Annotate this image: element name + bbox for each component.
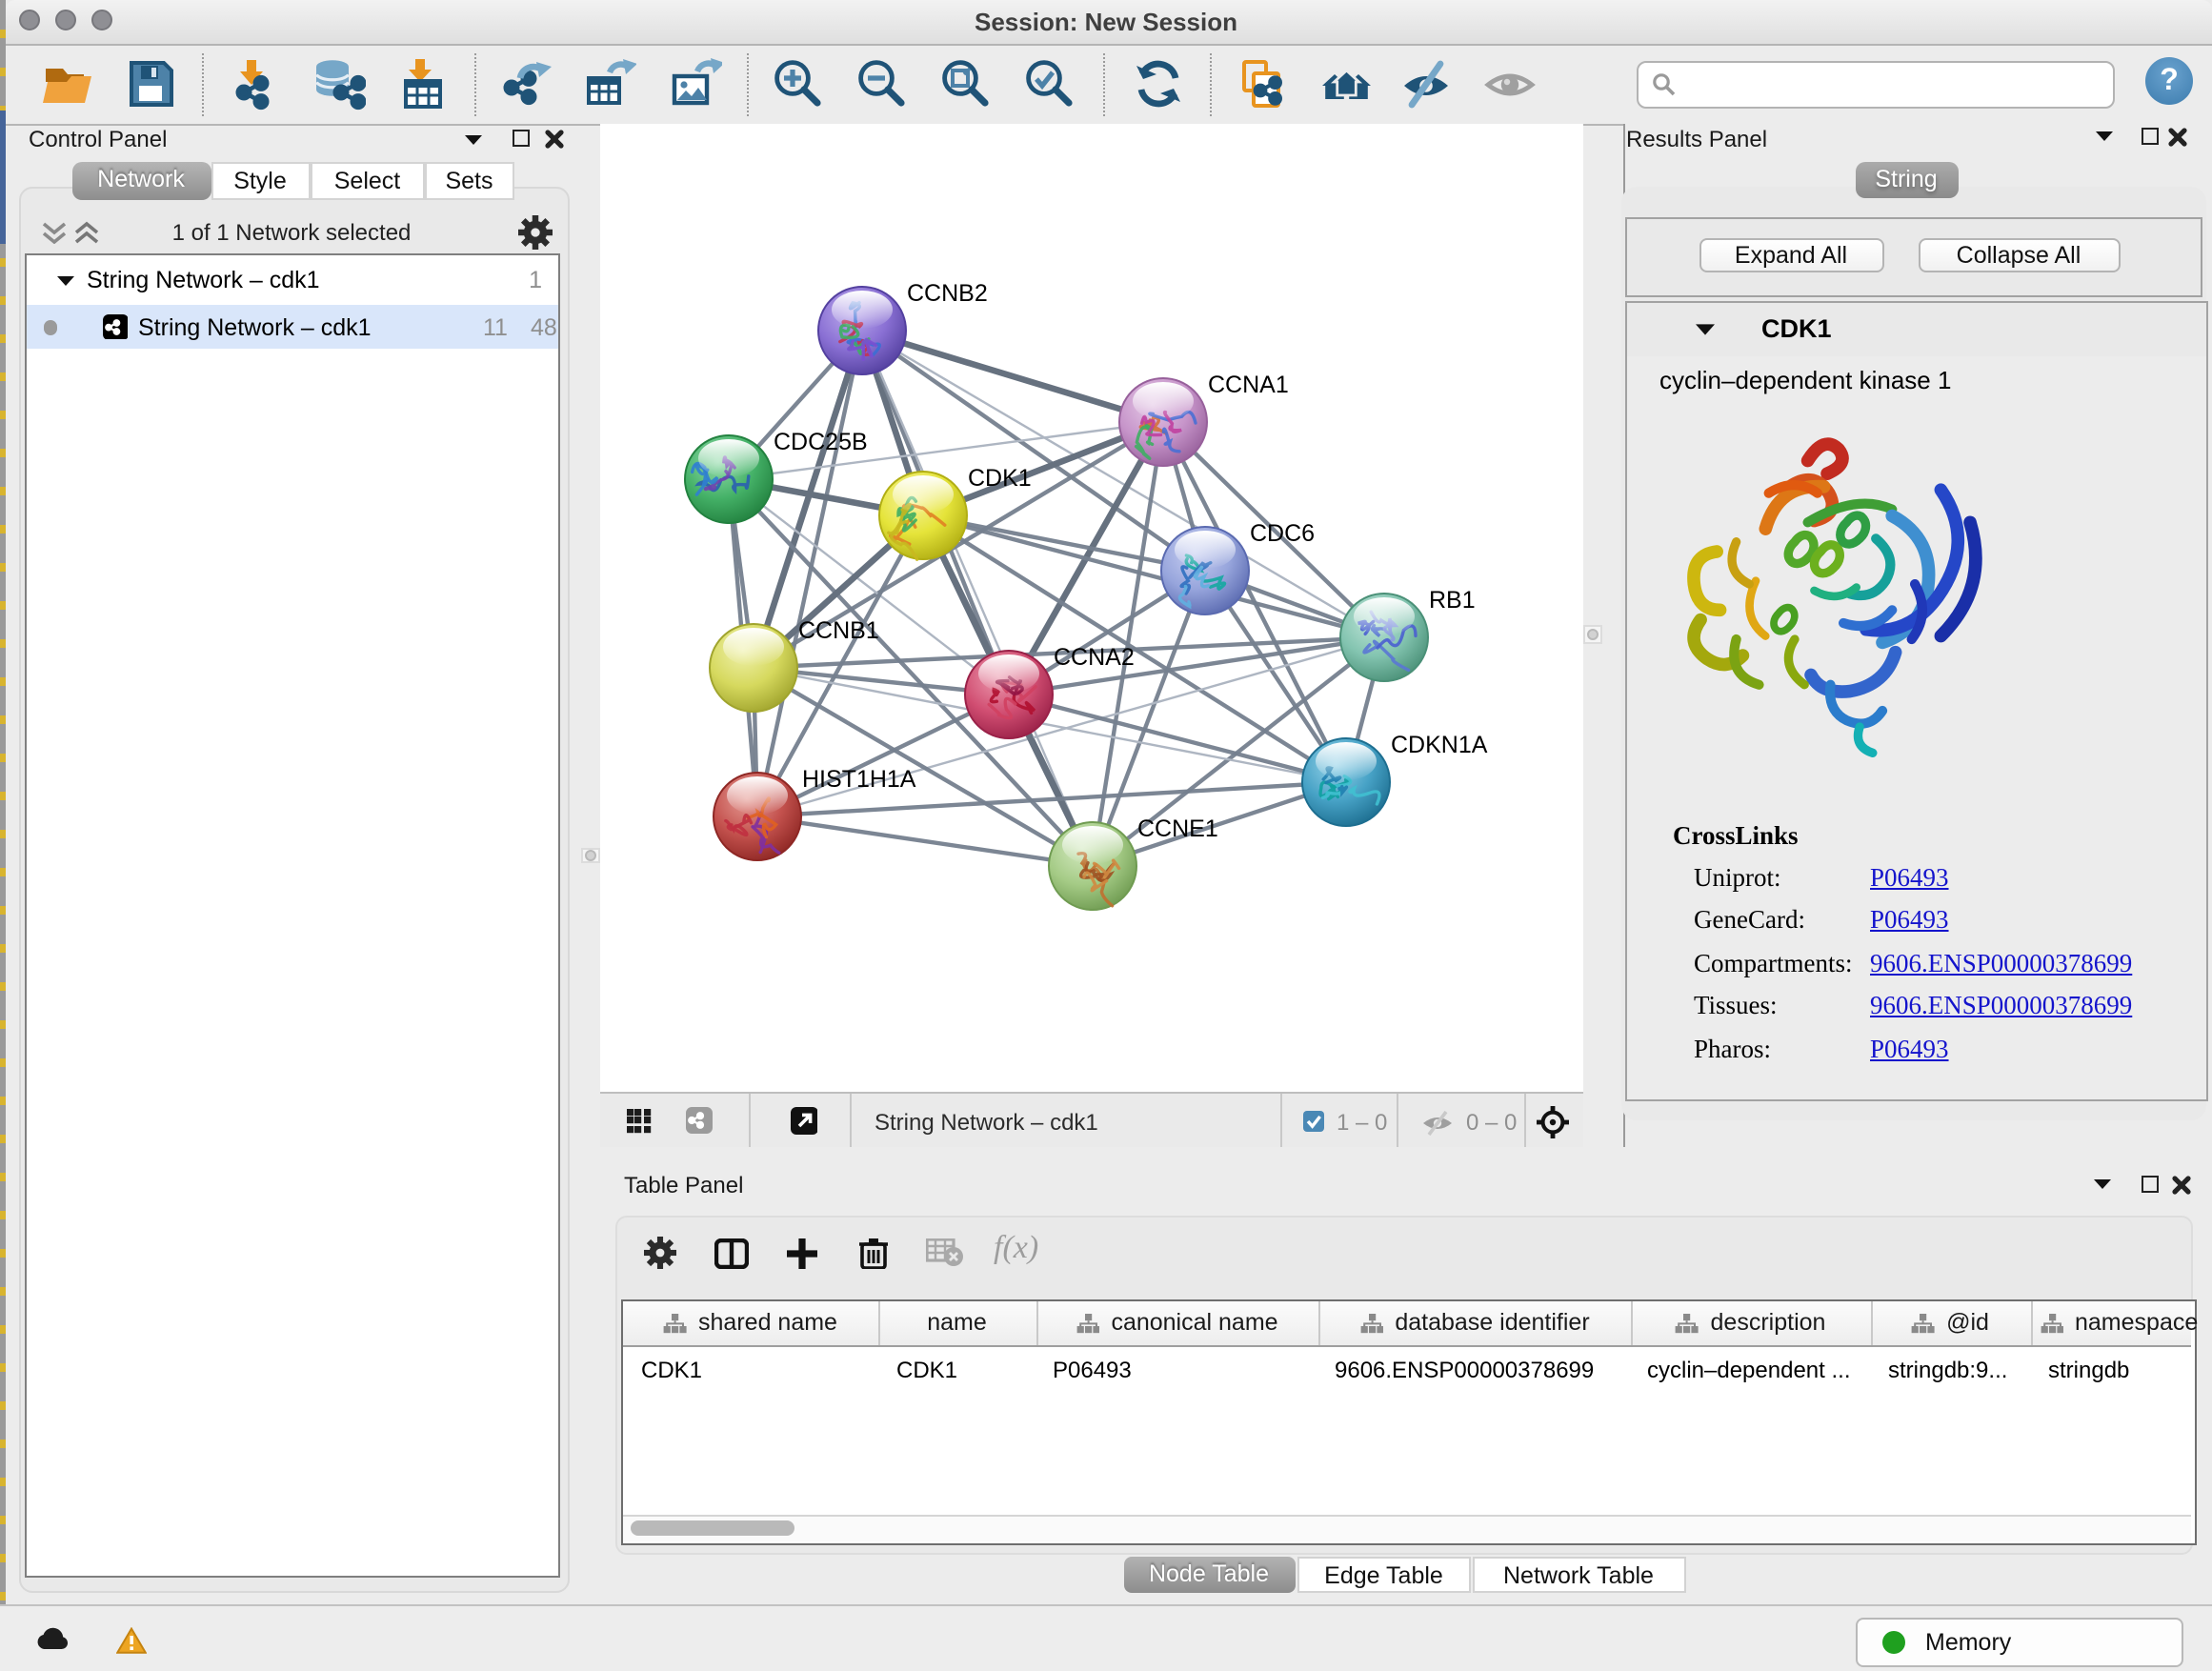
svg-text:CCNA2: CCNA2: [1053, 644, 1134, 671]
svg-text:CCNB1: CCNB1: [797, 617, 878, 644]
svg-text:CDKN1A: CDKN1A: [1390, 732, 1487, 758]
svg-text:CDC6: CDC6: [1249, 520, 1314, 547]
svg-text:CCNA1: CCNA1: [1207, 372, 1288, 398]
svg-text:RB1: RB1: [1428, 587, 1475, 614]
svg-text:HIST1H1A: HIST1H1A: [801, 766, 915, 793]
svg-text:CCNE1: CCNE1: [1136, 815, 1217, 842]
svg-text:CDK1: CDK1: [967, 465, 1031, 492]
svg-text:CCNB2: CCNB2: [906, 280, 987, 307]
svg-text:CDC25B: CDC25B: [773, 429, 867, 455]
